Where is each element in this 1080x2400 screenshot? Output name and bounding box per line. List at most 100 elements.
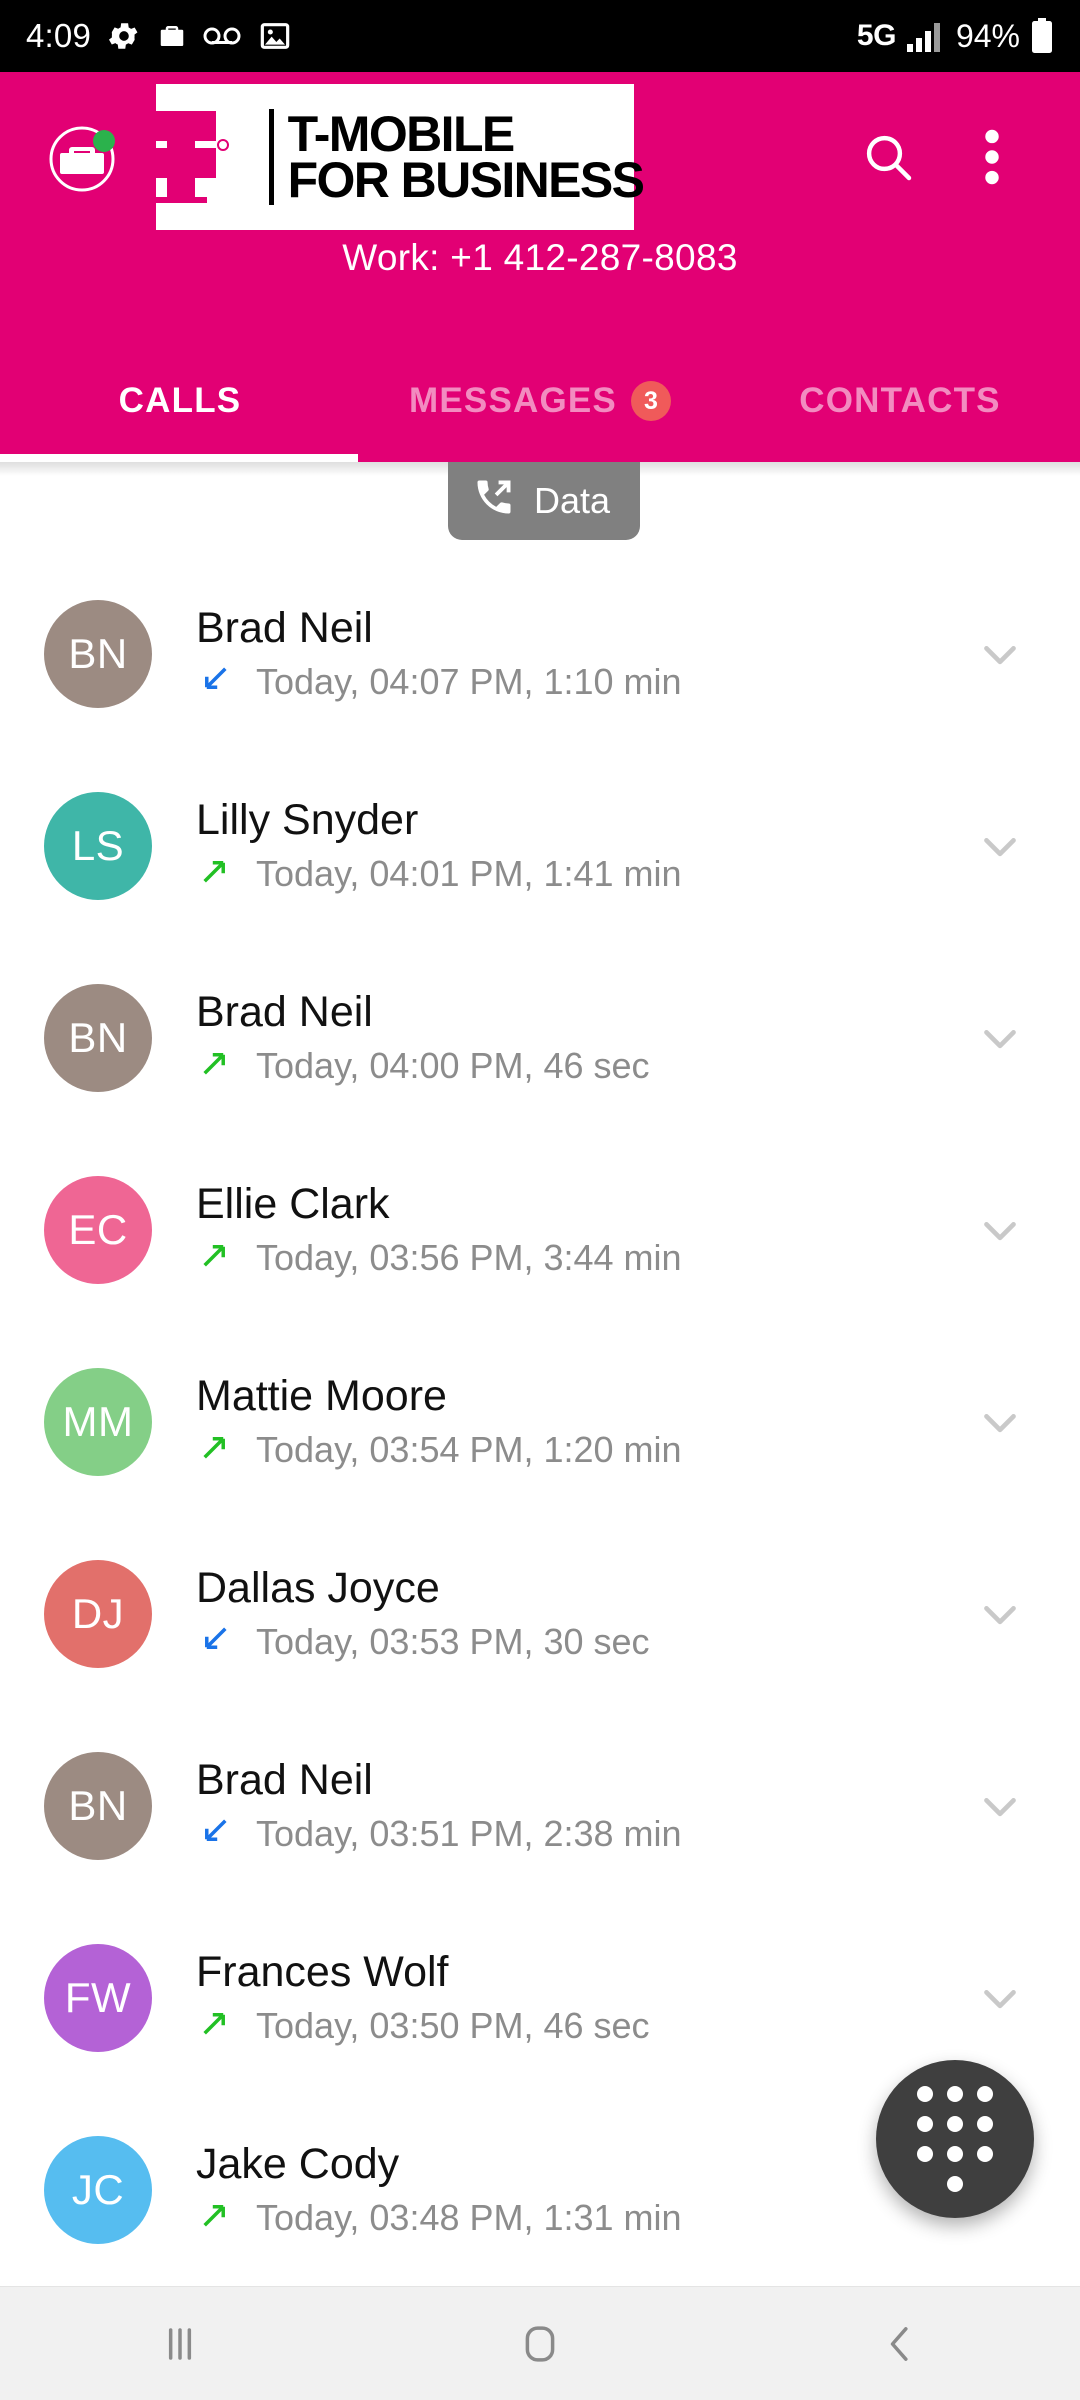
call-log-row[interactable]: MM Mattie Moore Today, 03:54 PM, 1:20 min	[0, 1326, 1080, 1518]
back-icon[interactable]	[720, 2287, 1080, 2400]
app-header: T-MOBILE FOR BUSINESS Work: +1 412-287-8…	[0, 72, 1080, 462]
contact-name: Brad Neil	[196, 987, 373, 1036]
call-log-row[interactable]: EC Ellie Clark Today, 03:56 PM, 3:44 min	[0, 1134, 1080, 1326]
outgoing-call-arrow-icon	[196, 1236, 234, 1279]
call-row-subline: Today, 03:48 PM, 1:31 min	[196, 2196, 682, 2239]
recents-icon[interactable]	[0, 2287, 360, 2400]
briefcase-icon	[157, 21, 187, 51]
call-row-subline: Today, 04:00 PM, 46 sec	[196, 1044, 650, 1087]
system-navigation-bar	[0, 2286, 1080, 2400]
network-type-label: 5G	[856, 19, 897, 52]
call-log-row[interactable]: BN Brad Neil Today, 03:51 PM, 2:38 min	[0, 1710, 1080, 1902]
tab-contacts[interactable]: CONTACTS	[720, 340, 1080, 462]
header-top-row: T-MOBILE FOR BUSINESS	[0, 72, 1080, 242]
phone-screen: 4:09 5G 94% T-MOBILE FOR BUSINESS Work: …	[0, 0, 1080, 2400]
status-bar-clock: 4:09	[26, 17, 92, 54]
call-row-subline: Today, 04:01 PM, 1:41 min	[196, 852, 682, 895]
call-meta: Today, 04:01 PM, 1:41 min	[256, 852, 682, 894]
tab-messages[interactable]: MESSAGES 3	[360, 340, 720, 462]
active-tab-indicator	[0, 454, 358, 462]
call-meta: Today, 03:50 PM, 46 sec	[256, 2004, 650, 2046]
call-row-text: Lilly Snyder Today, 04:01 PM, 1:41 min	[196, 795, 682, 895]
call-row-text: Dallas Joyce Today, 03:53 PM, 30 sec	[196, 1563, 650, 1663]
incoming-call-arrow-icon	[196, 1620, 234, 1663]
outgoing-call-arrow-icon	[196, 1044, 234, 1087]
call-meta: Today, 03:54 PM, 1:20 min	[256, 1428, 682, 1470]
call-row-subline: Today, 03:51 PM, 2:38 min	[196, 1812, 682, 1855]
outgoing-call-arrow-icon	[196, 2196, 234, 2239]
call-row-subline: Today, 03:53 PM, 30 sec	[196, 1620, 650, 1663]
call-row-subline: Today, 03:54 PM, 1:20 min	[196, 1428, 682, 1471]
gear-icon	[107, 19, 141, 53]
logo-line-2: FOR BUSINESS	[287, 152, 645, 208]
logo-line-1: T-MOBILE	[287, 105, 516, 162]
avatar: LS	[44, 792, 152, 900]
chevron-down-icon[interactable]	[964, 1002, 1036, 1074]
header-actions	[856, 125, 1080, 189]
tab-contacts-label: CONTACTS	[799, 381, 1001, 420]
contact-name: Ellie Clark	[196, 1179, 390, 1228]
search-icon[interactable]	[856, 125, 920, 189]
contact-name: Lilly Snyder	[196, 795, 419, 844]
call-row-text: Frances Wolf Today, 03:50 PM, 46 sec	[196, 1947, 650, 2047]
data-chip[interactable]: Data	[448, 462, 641, 540]
contact-name: Dallas Joyce	[196, 1563, 440, 1612]
avatar: BN	[44, 984, 152, 1092]
call-log-row[interactable]: LS Lilly Snyder Today, 04:01 PM, 1:41 min	[0, 750, 1080, 942]
call-row-text: Brad Neil Today, 04:00 PM, 46 sec	[196, 987, 650, 1087]
dialpad-icon	[917, 2086, 993, 2192]
status-bar-right: 5G 94%	[857, 18, 1054, 55]
incoming-call-arrow-icon	[196, 660, 234, 703]
call-log-row[interactable]: BN Brad Neil Today, 04:00 PM, 46 sec	[0, 942, 1080, 1134]
avatar: BN	[44, 1752, 152, 1860]
call-meta: Today, 03:51 PM, 2:38 min	[256, 1812, 682, 1854]
contact-name: Brad Neil	[196, 1755, 373, 1804]
dialpad-fab[interactable]	[876, 2060, 1034, 2218]
voicemail-icon	[203, 23, 243, 49]
briefcase-badge-icon[interactable]	[42, 117, 122, 197]
status-bar: 4:09 5G 94%	[0, 0, 1080, 72]
chevron-down-icon[interactable]	[964, 1770, 1036, 1842]
battery-percent-label: 94%	[955, 17, 1020, 54]
call-log-list: BN Brad Neil Today, 04:07 PM, 1:10 min LS Li…	[0, 558, 1080, 2286]
avatar: DJ	[44, 1560, 152, 1668]
calls-panel: Data BN Brad Neil Today, 04:07 PM, 1:10 mi…	[0, 462, 1080, 2286]
chevron-down-icon[interactable]	[964, 1962, 1036, 2034]
call-log-row[interactable]: FW Frances Wolf Today, 03:50 PM, 46 sec	[0, 1902, 1080, 2094]
more-vertical-icon[interactable]	[960, 125, 1024, 189]
tmobile-for-business-logo: T-MOBILE FOR BUSINESS	[146, 84, 645, 230]
messages-unread-badge: 3	[630, 381, 671, 421]
header-tabs: CALLS MESSAGES 3 CONTACTS	[0, 340, 1080, 462]
outgoing-call-arrow-icon	[196, 852, 234, 895]
avatar: FW	[44, 1944, 152, 2052]
call-meta: Today, 03:48 PM, 1:31 min	[256, 2196, 682, 2238]
chevron-down-icon[interactable]	[964, 1194, 1036, 1266]
tab-messages-label: MESSAGES	[409, 381, 617, 420]
call-row-text: Brad Neil Today, 04:07 PM, 1:10 min	[196, 604, 682, 703]
chevron-down-icon[interactable]	[964, 618, 1036, 690]
call-log-row[interactable]: DJ Dallas Joyce Today, 03:53 PM, 30 sec	[0, 1518, 1080, 1710]
chevron-down-icon[interactable]	[964, 1386, 1036, 1458]
call-log-row[interactable]: BN Brad Neil Today, 04:07 PM, 1:10 min	[0, 558, 1080, 750]
data-chip-label: Data	[534, 480, 611, 521]
contact-name: Mattie Moore	[196, 1371, 447, 1420]
avatar: JC	[44, 2136, 152, 2244]
call-row-subline: Today, 03:50 PM, 46 sec	[196, 2004, 650, 2047]
call-meta: Today, 04:00 PM, 46 sec	[256, 1044, 650, 1086]
call-row-text: Jake Cody Today, 03:48 PM, 1:31 min	[196, 2139, 682, 2239]
call-row-text: Brad Neil Today, 03:51 PM, 2:38 min	[196, 1755, 682, 1855]
chevron-down-icon[interactable]	[964, 810, 1036, 882]
home-icon[interactable]	[360, 2287, 720, 2400]
contact-name: Frances Wolf	[196, 1947, 449, 1996]
chevron-down-icon[interactable]	[964, 1578, 1036, 1650]
work-number-label: Work: +1 412-287-8083	[342, 237, 738, 278]
call-meta: Today, 03:56 PM, 3:44 min	[256, 1236, 682, 1278]
status-bar-left: 4:09	[26, 17, 291, 55]
call-row-text: Ellie Clark Today, 03:56 PM, 3:44 min	[196, 1179, 682, 1279]
tab-calls[interactable]: CALLS	[0, 340, 360, 462]
avatar: BN	[44, 600, 152, 708]
contact-name: Jake Cody	[196, 2139, 400, 2188]
call-row-subline: Today, 04:07 PM, 1:10 min	[196, 660, 682, 703]
outgoing-call-arrow-icon	[196, 2004, 234, 2047]
call-row-subline: Today, 03:56 PM, 3:44 min	[196, 1236, 682, 1279]
